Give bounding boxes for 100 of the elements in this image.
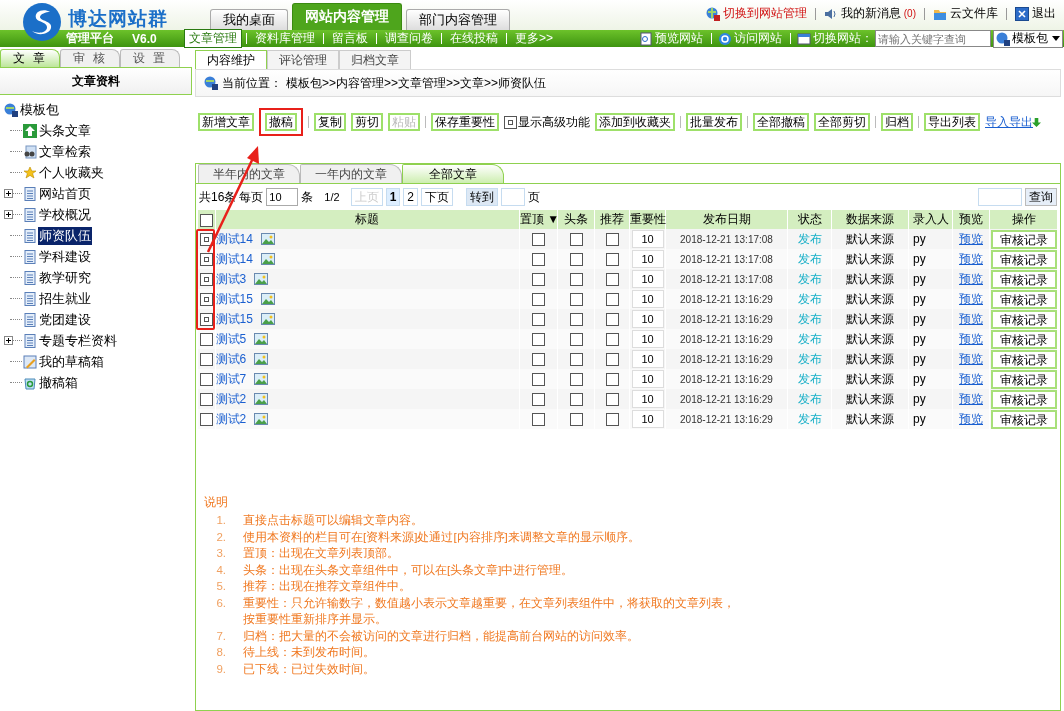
recommend-checkbox[interactable] xyxy=(605,393,619,407)
header-link[interactable]: 切换到网站管理 xyxy=(722,5,807,22)
headline-checkbox[interactable] xyxy=(569,413,583,427)
toolbar-button[interactable]: 添加到收藏夹 xyxy=(595,113,675,131)
article-title-link[interactable]: 测试5 xyxy=(215,331,247,346)
expand-icon[interactable] xyxy=(4,336,13,345)
tree-item[interactable]: 学校概况 xyxy=(38,205,92,224)
page-button[interactable]: 2 xyxy=(403,188,419,206)
row-checkbox[interactable] xyxy=(199,393,213,407)
recommend-checkbox[interactable] xyxy=(605,373,619,387)
toolbar-button[interactable]: 导出列表 xyxy=(924,113,980,131)
pin-checkbox[interactable] xyxy=(532,233,545,247)
content-tab[interactable]: 归档文章 xyxy=(339,50,411,69)
header-link[interactable]: 云文件库 xyxy=(950,5,998,22)
headline-checkbox[interactable] xyxy=(569,333,583,347)
tree-item[interactable]: 个人收藏夹 xyxy=(38,163,105,182)
tree-item[interactable]: 学科建设 xyxy=(38,247,92,266)
importance-field[interactable]: 10 xyxy=(631,410,664,428)
top-tab[interactable]: 我的桌面 xyxy=(210,9,288,30)
toolbar-button[interactable]: 保存重要性 xyxy=(431,113,499,131)
toolbar-button[interactable]: 撤稿 xyxy=(265,113,297,131)
importance-field[interactable]: 10 xyxy=(631,270,664,288)
tree-item[interactable]: 撤稿箱 xyxy=(38,373,79,392)
audit-log-button[interactable]: 审核记录 xyxy=(990,229,1057,249)
content-tab[interactable]: 评论管理 xyxy=(267,50,339,69)
recommend-checkbox[interactable] xyxy=(605,253,619,267)
pin-checkbox[interactable] xyxy=(532,333,545,347)
toolbar-button[interactable]: 批量发布 xyxy=(686,113,742,131)
sidebar-tab[interactable]: 审 核 xyxy=(60,49,120,67)
pin-checkbox[interactable] xyxy=(532,313,545,327)
filter-tab[interactable]: 全部文章 xyxy=(402,164,504,183)
importance-field[interactable]: 10 xyxy=(631,230,664,248)
tree-item[interactable]: 教学研究 xyxy=(38,268,92,287)
recommend-checkbox[interactable] xyxy=(605,333,619,347)
tree-item[interactable]: 模板包 xyxy=(19,100,60,119)
importance-field[interactable]: 10 xyxy=(631,330,664,348)
top-tab[interactable]: 部门内容管理 xyxy=(406,9,510,30)
search-field[interactable]: 请输入关键字查询 xyxy=(875,30,991,47)
audit-log-button[interactable]: 审核记录 xyxy=(990,349,1057,369)
pin-checkbox[interactable] xyxy=(532,293,545,307)
checkbox[interactable] xyxy=(504,115,517,129)
audit-log-button[interactable]: 审核记录 xyxy=(990,309,1057,329)
recommend-checkbox[interactable] xyxy=(605,353,619,367)
row-checkbox[interactable] xyxy=(199,293,213,307)
audit-log-button[interactable]: 审核记录 xyxy=(990,389,1057,409)
audit-log-button[interactable]: 审核记录 xyxy=(990,409,1057,429)
pin-checkbox[interactable] xyxy=(532,353,545,367)
audit-log-button[interactable]: 审核记录 xyxy=(990,369,1057,389)
search-button[interactable]: 查询 xyxy=(1025,188,1057,206)
toolbar-button[interactable]: 全部撤稿 xyxy=(753,113,809,131)
pin-checkbox[interactable] xyxy=(532,253,545,267)
article-title-link[interactable]: 测试14 xyxy=(215,251,253,266)
tree-item[interactable]: 头条文章 xyxy=(38,121,92,140)
pin-checkbox[interactable] xyxy=(532,273,545,287)
recommend-checkbox[interactable] xyxy=(605,313,619,327)
header-link[interactable]: 退出 xyxy=(1032,5,1056,22)
importance-field[interactable]: 10 xyxy=(631,390,664,408)
toolbar-button[interactable]: 新增文章 xyxy=(198,113,254,131)
toolbar-button[interactable]: 归档 xyxy=(881,113,913,131)
tree-item[interactable]: 招生就业 xyxy=(38,289,92,308)
article-title-link[interactable]: 测试6 xyxy=(215,351,247,366)
recommend-checkbox[interactable] xyxy=(605,273,619,287)
headline-checkbox[interactable] xyxy=(569,273,583,287)
headline-checkbox[interactable] xyxy=(569,253,583,267)
toolbar-button[interactable]: 复制 xyxy=(314,113,346,131)
importance-field[interactable]: 10 xyxy=(631,290,664,308)
article-title-link[interactable]: 测试15 xyxy=(215,291,253,306)
article-title-link[interactable]: 测试2 xyxy=(215,391,247,406)
page-field[interactable] xyxy=(501,188,526,206)
headline-checkbox[interactable] xyxy=(569,393,583,407)
audit-log-button[interactable]: 审核记录 xyxy=(990,329,1057,349)
import-export-link[interactable]: 导入导出 xyxy=(985,113,1033,131)
recommend-checkbox[interactable] xyxy=(605,293,619,307)
header-link[interactable]: 我的新消息 xyxy=(840,5,901,22)
headline-checkbox[interactable] xyxy=(569,293,583,307)
toolbar-button[interactable]: 剪切 xyxy=(351,113,383,131)
audit-log-button[interactable]: 审核记录 xyxy=(990,269,1057,289)
tree-item[interactable]: 文章检索 xyxy=(38,142,92,161)
page-button[interactable]: 下页 xyxy=(421,188,454,206)
tree-item[interactable]: 专题专栏资料 xyxy=(38,331,118,350)
audit-log-button[interactable]: 审核记录 xyxy=(990,289,1057,309)
filter-tab[interactable]: 一年内的文章 xyxy=(300,164,402,183)
headline-checkbox[interactable] xyxy=(569,373,583,387)
row-checkbox[interactable] xyxy=(199,413,213,427)
article-title-link[interactable]: 测试15 xyxy=(215,311,253,326)
row-checkbox[interactable] xyxy=(199,273,213,287)
tree-item[interactable]: 师资队伍 xyxy=(38,226,92,245)
goto-button[interactable]: 转到 xyxy=(466,188,499,206)
row-checkbox[interactable] xyxy=(199,333,213,347)
sidebar-tab[interactable]: 设 置 xyxy=(120,49,180,67)
importance-field[interactable]: 10 xyxy=(631,310,664,328)
row-checkbox[interactable] xyxy=(199,233,213,247)
headline-checkbox[interactable] xyxy=(569,313,583,327)
per-page-field[interactable]: 10 xyxy=(266,188,299,206)
content-tab[interactable]: 内容维护 xyxy=(195,50,267,69)
headline-checkbox[interactable] xyxy=(569,233,583,247)
sidebar-tab[interactable]: 文 章 xyxy=(0,49,60,67)
row-checkbox[interactable] xyxy=(199,373,213,387)
row-checkbox[interactable] xyxy=(199,313,213,327)
headline-checkbox[interactable] xyxy=(569,353,583,367)
